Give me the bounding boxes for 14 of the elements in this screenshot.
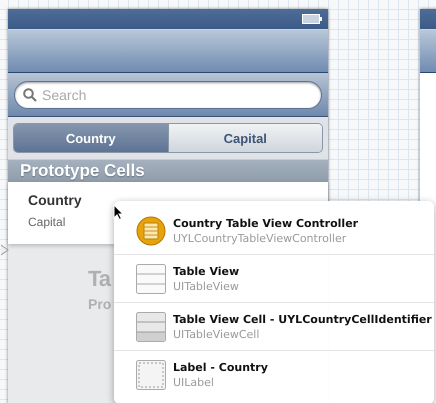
- cell-title: Country: [28, 192, 82, 208]
- placeholder-subtitle: Pro: [88, 296, 112, 312]
- item-title: Table View Cell - UYLCountryCellIdentifier: [173, 312, 432, 326]
- item-title: Country Table View Controller: [173, 216, 358, 230]
- section-header-title: Prototype Cells: [20, 161, 145, 181]
- item-class-name: UITableViewCell: [173, 328, 260, 340]
- item-title: Table View: [173, 264, 240, 278]
- placeholder-title: Ta: [88, 266, 110, 292]
- item-class-name: UITableView: [173, 280, 240, 292]
- item-class-name: UYLCountryTableViewController: [173, 232, 348, 244]
- item-class-name: UILabel: [173, 376, 215, 388]
- cell-subtitle: Capital: [28, 215, 66, 229]
- search-input: Search: [42, 86, 313, 102]
- item-title: Label - Country: [173, 360, 268, 374]
